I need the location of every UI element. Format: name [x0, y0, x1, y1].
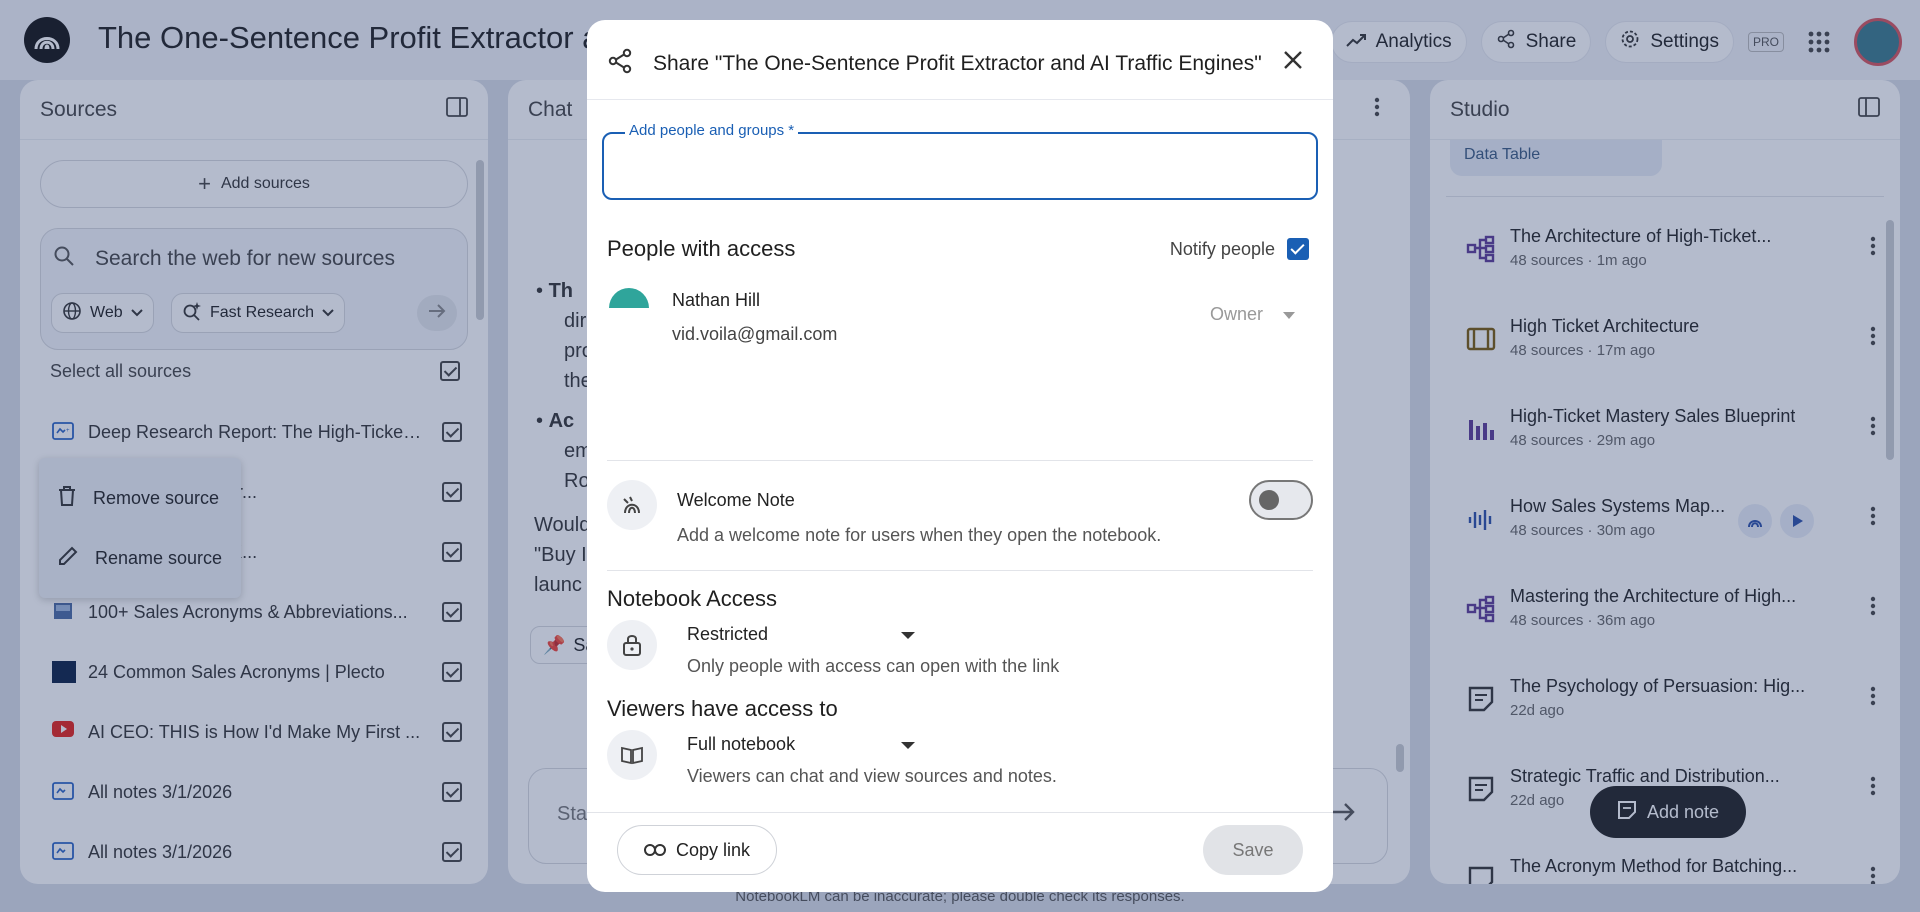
book-open-icon [607, 730, 657, 780]
dialog-header: Share "The One-Sentence Profit Extractor… [587, 20, 1333, 100]
add-people-input[interactable] [602, 132, 1318, 200]
notify-checkbox[interactable] [1287, 238, 1309, 260]
caret-down-icon [901, 742, 915, 749]
link-icon [643, 840, 666, 861]
notify-people-control[interactable]: Notify people [1170, 238, 1309, 260]
caret-down-icon [901, 632, 915, 639]
save-button[interactable]: Save [1203, 825, 1303, 875]
role-dropdown: Owner [1210, 304, 1295, 325]
notify-label: Notify people [1169, 238, 1275, 259]
copy-link-button[interactable]: Copy link [617, 825, 777, 875]
viewers-access-value: Full notebook [687, 734, 796, 754]
viewers-access-hint: Viewers can chat and view sources and no… [687, 766, 1057, 786]
save-label: Save [1232, 839, 1274, 860]
notebook-access-select[interactable]: Restricted [687, 624, 927, 645]
people-with-access-heading: People with access [607, 236, 796, 261]
close-icon[interactable] [1283, 50, 1303, 75]
welcome-note-toggle[interactable] [1249, 480, 1313, 520]
share-icon [607, 48, 633, 79]
welcome-note-icon [607, 480, 657, 530]
divider [607, 570, 1313, 571]
dialog-title: Share "The One-Sentence Profit Extractor… [653, 52, 1262, 75]
viewers-access-select[interactable]: Full notebook [687, 734, 927, 755]
caret-down-icon [1283, 304, 1295, 325]
welcome-note-description: Add a welcome note for users when they o… [677, 525, 1162, 545]
person-name: Nathan Hill [672, 290, 761, 310]
role-label: Owner [1209, 304, 1263, 324]
share-dialog: Share "The One-Sentence Profit Extractor… [587, 20, 1333, 892]
notebook-access-hint: Only people with access can open with th… [687, 656, 1060, 676]
divider [607, 460, 1313, 461]
copy-link-label: Copy link [675, 839, 751, 860]
dialog-footer: Copy link Save [587, 812, 1333, 892]
lock-icon [607, 620, 657, 670]
notebook-access-heading: Notebook Access [607, 586, 777, 611]
avatar [609, 288, 649, 328]
viewers-access-heading: Viewers have access to [607, 696, 838, 721]
person-email: vid.voila@gmail.com [672, 324, 838, 344]
welcome-note-title: Welcome Note [677, 490, 795, 510]
add-people-label: Add people and groups * [625, 122, 799, 139]
notebook-access-value: Restricted [687, 624, 769, 644]
